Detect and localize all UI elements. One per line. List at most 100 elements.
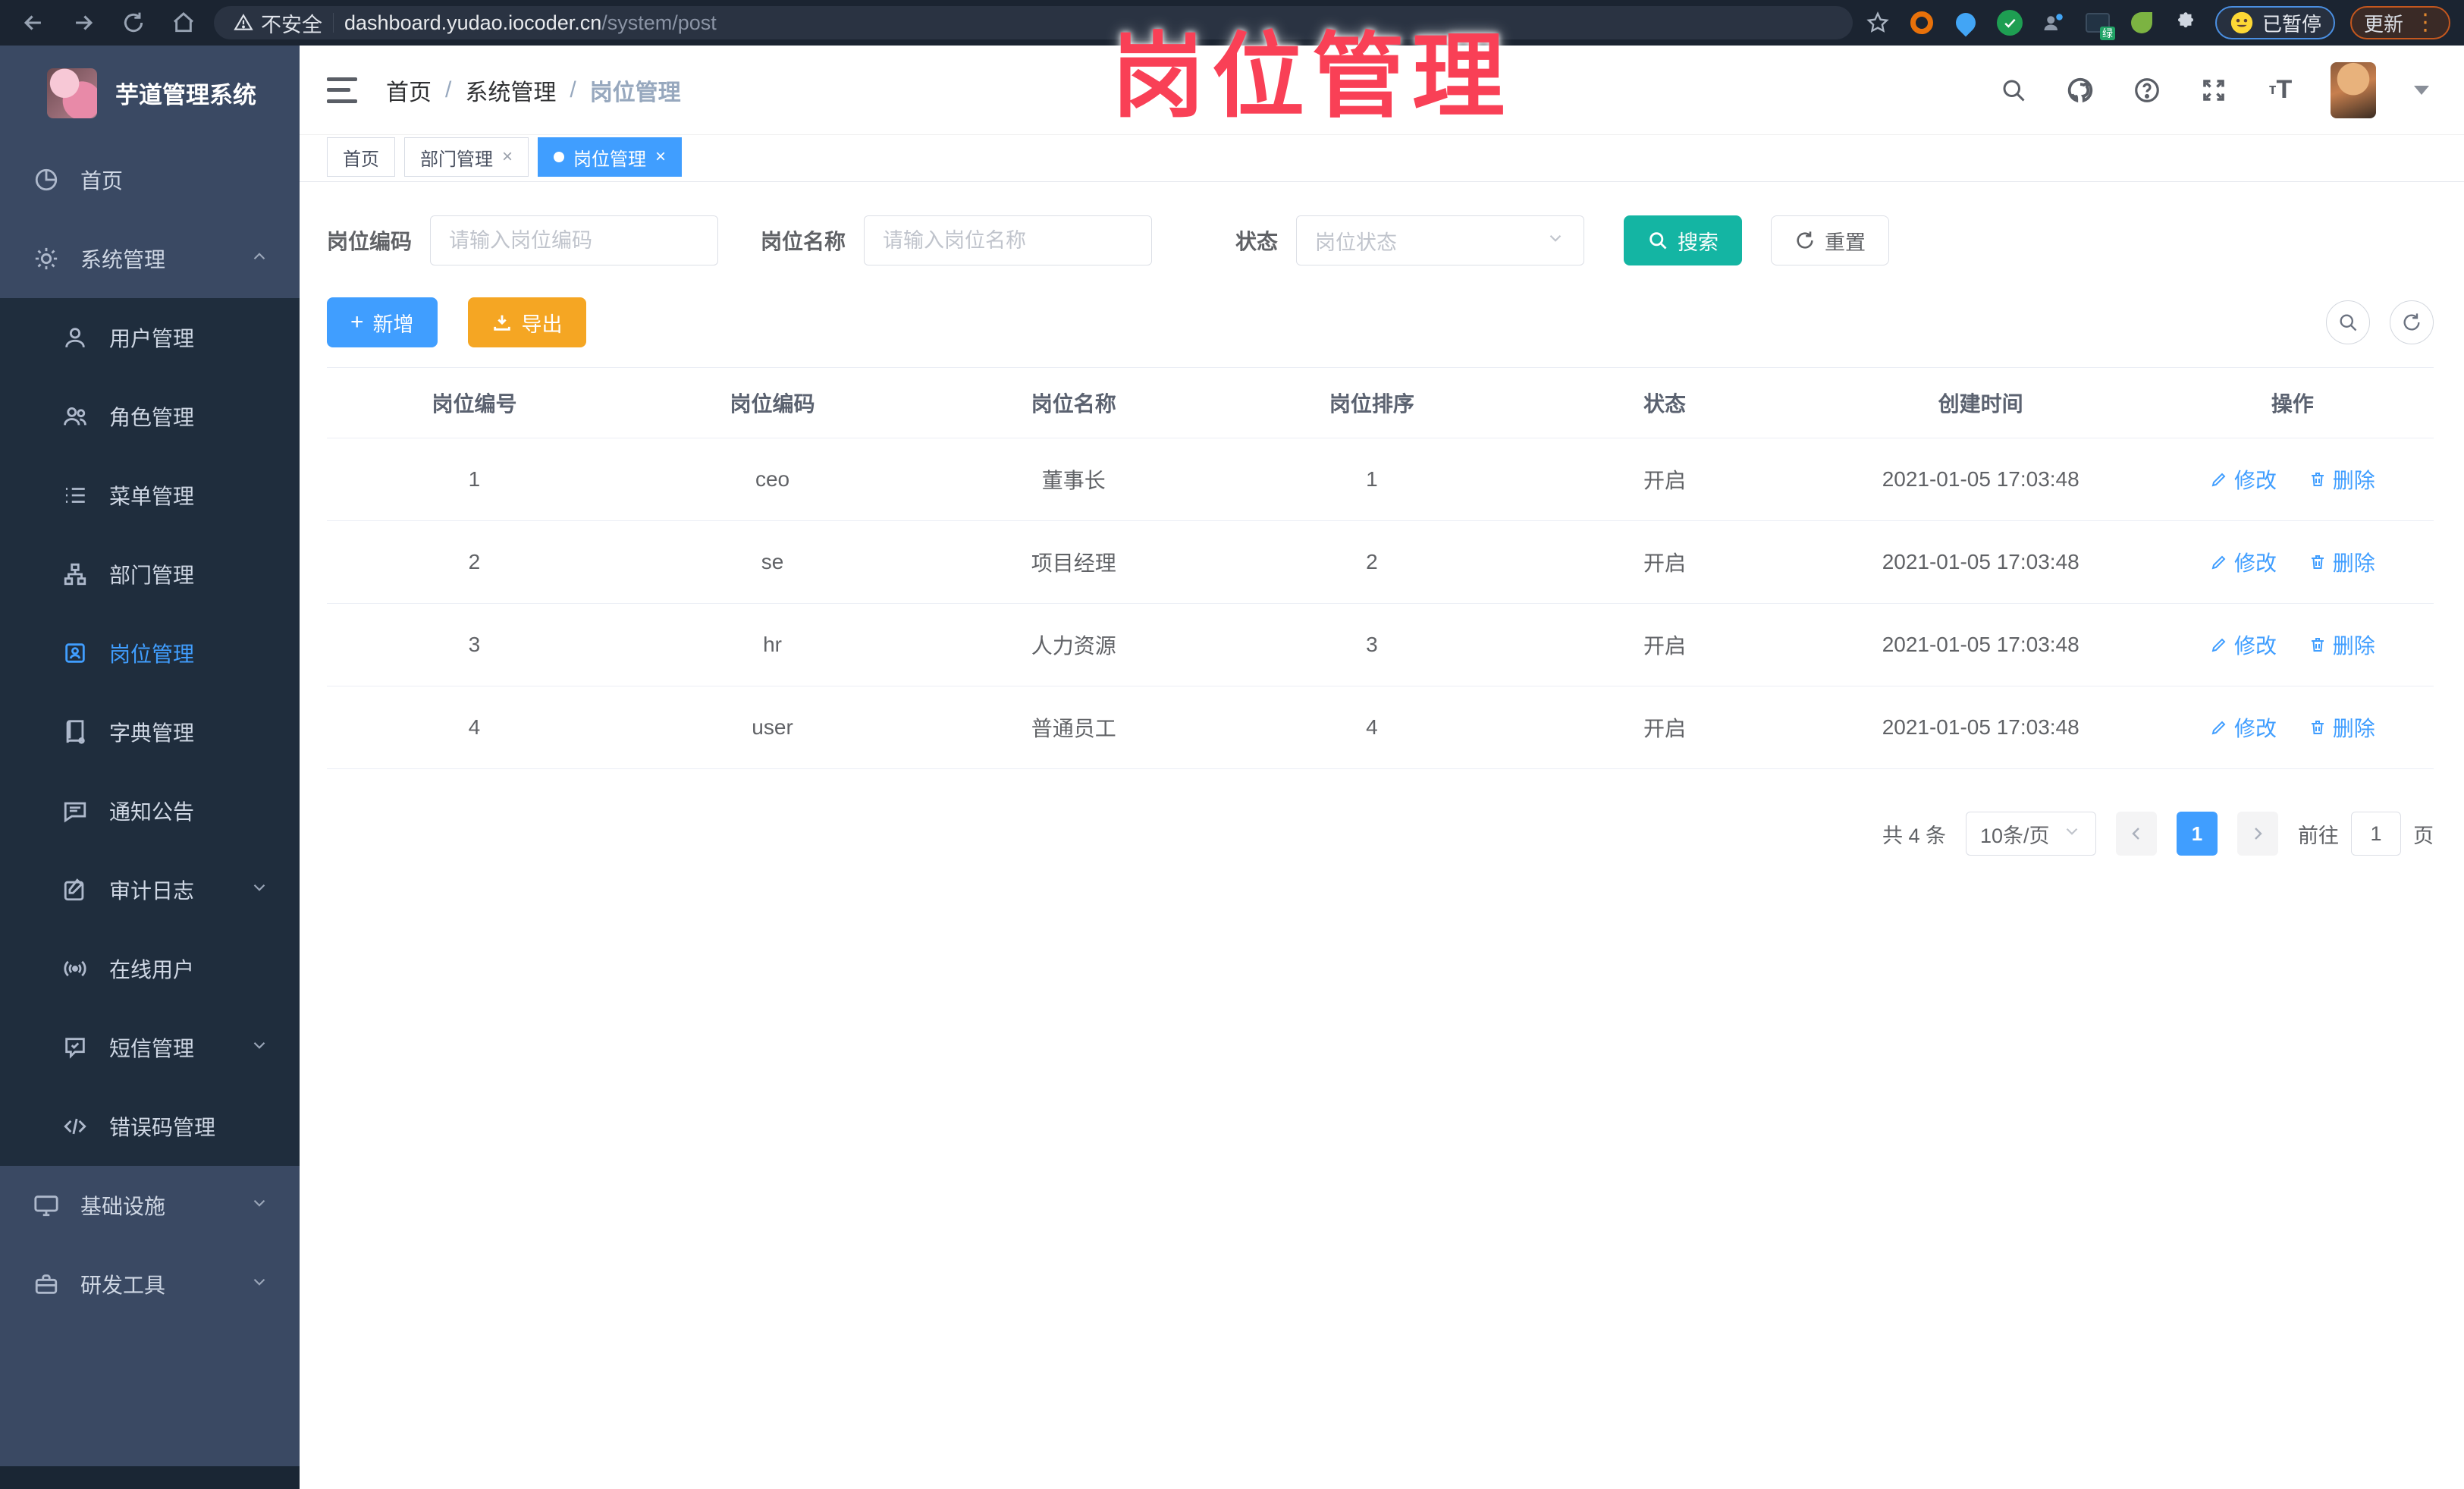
col-post-id: 岗位编号 [327, 367, 622, 438]
main-panel: 首页 / 系统管理 / 岗位管理 тT 首页 部门管理 × 岗位管理 × 岗位编… [300, 46, 2464, 1489]
extension-orange-icon[interactable] [1907, 8, 1936, 37]
status-label: 状态 [1235, 230, 1279, 253]
browser-back-button[interactable] [14, 3, 53, 42]
book-icon [62, 719, 88, 745]
chevron-up-icon [250, 247, 269, 272]
security-label: 不安全 [261, 13, 322, 36]
browser-menu-icon[interactable]: ⋮ [2414, 11, 2437, 34]
pencil-icon [2211, 638, 2226, 652]
breadcrumb-system[interactable]: 系统管理 [465, 74, 556, 107]
sidebar-item-notices[interactable]: 通知公告 [0, 771, 300, 850]
close-icon[interactable]: × [655, 148, 666, 166]
sidebar-item-audit-logs[interactable]: 审计日志 [0, 850, 300, 929]
tabbar: 首页 部门管理 × 岗位管理 × [300, 135, 2464, 182]
user-avatar[interactable] [2331, 61, 2376, 118]
sidebar-item-home[interactable]: 首页 [0, 140, 300, 219]
browser-home-button[interactable] [164, 3, 203, 42]
status-select[interactable]: 岗位状态 [1296, 215, 1585, 265]
page-number-button[interactable]: 1 [2177, 812, 2218, 856]
delete-link[interactable]: 删除 [2309, 712, 2375, 743]
close-icon[interactable]: × [502, 148, 513, 166]
topbar-icons: тT [1997, 61, 2429, 118]
delete-link[interactable]: 删除 [2309, 464, 2375, 495]
col-created: 创建时间 [1810, 367, 2152, 438]
bookmark-star-icon[interactable] [1863, 8, 1892, 37]
table-row: 1 ceo 董事长 1 开启 2021-01-05 17:03:48 修改 删除 [327, 438, 2434, 521]
breadcrumb-home[interactable]: 首页 [386, 74, 432, 107]
browser-forward-button[interactable] [64, 3, 103, 42]
sidebar-item-roles[interactable]: 角色管理 [0, 377, 300, 456]
sidebar-item-dictionary[interactable]: 字典管理 [0, 693, 300, 771]
next-page-button[interactable] [2237, 812, 2278, 856]
sidebar-item-sms[interactable]: 短信管理 [0, 1008, 300, 1087]
help-icon[interactable] [2130, 74, 2164, 107]
profile-paused-badge[interactable]: 已暂停 [2214, 6, 2335, 39]
delete-link[interactable]: 删除 [2309, 547, 2375, 577]
post-name-input[interactable] [864, 215, 1153, 265]
page-size-select[interactable]: 10条/页 [1966, 812, 2096, 856]
tab-home[interactable]: 首页 [327, 137, 395, 177]
post-code-input[interactable] [430, 215, 719, 265]
sidebar-item-menus[interactable]: 菜单管理 [0, 456, 300, 535]
sidebar-item-infrastructure[interactable]: 基础设施 [0, 1166, 300, 1245]
avatar-caret-icon[interactable] [2414, 85, 2429, 95]
edit-link[interactable]: 修改 [2210, 547, 2277, 577]
sidebar-item-system[interactable]: 系统管理 [0, 219, 300, 298]
update-label: 更新 [2363, 12, 2403, 36]
goto-page-input[interactable] [2351, 812, 2401, 856]
pencil-icon [2211, 721, 2226, 735]
font-size-icon[interactable]: тT [2264, 74, 2297, 107]
address-bar[interactable]: 不安全 dashboard.yudao.iocoder.cn/system/po… [214, 6, 1853, 39]
app-logo-row[interactable]: 芋道管理系统 [0, 46, 300, 140]
extension-people-icon[interactable] [2039, 8, 2068, 37]
sidebar-item-online-users[interactable]: 在线用户 [0, 929, 300, 1008]
edit-link[interactable]: 修改 [2210, 464, 2277, 495]
tab-posts[interactable]: 岗位管理 × [538, 137, 683, 177]
search-icon [1649, 232, 1667, 250]
search-button[interactable]: 搜索 [1624, 215, 1743, 265]
table-row: 3 hr 人力资源 3 开启 2021-01-05 17:03:48 修改 删除 [327, 603, 2434, 686]
fullscreen-icon[interactable] [2197, 74, 2230, 107]
edit-link[interactable]: 修改 [2210, 712, 2277, 743]
table-right-tools [2326, 300, 2434, 344]
hamburger-icon[interactable] [327, 77, 357, 103]
extension-card-icon[interactable]: 绿 [2083, 8, 2115, 40]
status-text: 开启 [1519, 603, 1810, 686]
toggle-search-button[interactable] [2326, 300, 2370, 344]
tab-departments[interactable]: 部门管理 × [404, 137, 529, 177]
search-icon[interactable] [1997, 74, 2030, 107]
extensions-puzzle-icon[interactable] [2171, 8, 2200, 37]
browser-reload-button[interactable] [114, 3, 153, 42]
chevron-down-icon [2062, 821, 2082, 847]
chevron-right-icon [2255, 828, 2262, 840]
forward-arrow-icon [76, 15, 93, 30]
refresh-table-button[interactable] [2390, 300, 2434, 344]
warning-icon [234, 14, 253, 30]
add-button[interactable]: + 新增 [327, 297, 438, 347]
toolbox-icon [33, 1271, 59, 1297]
extension-leaf-icon[interactable] [2127, 8, 2156, 37]
plus-icon: + [350, 309, 364, 335]
back-arrow-icon [24, 15, 41, 30]
edit-link[interactable]: 修改 [2210, 630, 2277, 660]
github-icon[interactable] [2064, 74, 2097, 107]
security-status[interactable]: 不安全 [234, 8, 322, 38]
export-button[interactable]: 导出 [467, 297, 586, 347]
sidebar-item-departments[interactable]: 部门管理 [0, 535, 300, 614]
extension-check-icon[interactable] [1995, 8, 2024, 37]
reset-button[interactable]: 重置 [1771, 215, 1890, 265]
prev-page-button[interactable] [2116, 812, 2157, 856]
dashboard-icon [33, 167, 59, 193]
browser-update-button[interactable]: 更新 ⋮ [2349, 6, 2450, 39]
sidebar-item-posts[interactable]: 岗位管理 [0, 614, 300, 693]
status-text: 开启 [1519, 686, 1810, 769]
filter-form: 岗位编码 岗位名称 状态 岗位状态 搜索 [327, 215, 2434, 265]
sidebar-item-error-codes[interactable]: 错误码管理 [0, 1087, 300, 1166]
browser-extensions: 绿 已暂停 更新 ⋮ [1863, 6, 2450, 40]
sidebar-item-dev-tools[interactable]: 研发工具 [0, 1245, 300, 1324]
extension-pin-icon[interactable] [1951, 8, 1980, 37]
sidebar-item-users[interactable]: 用户管理 [0, 298, 300, 377]
chevron-down-icon [250, 878, 269, 903]
code-icon [62, 1114, 88, 1139]
delete-link[interactable]: 删除 [2309, 630, 2375, 660]
